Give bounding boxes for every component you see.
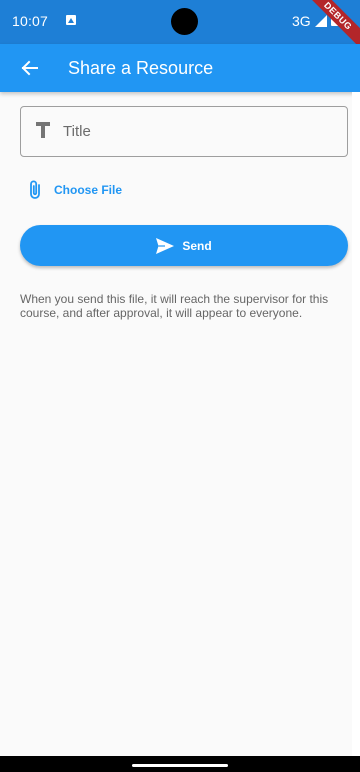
app-bar: Share a Resource (0, 44, 360, 92)
page-title: Share a Resource (68, 58, 214, 78)
network-type: 3G (292, 13, 311, 29)
choose-file-label: Choose File (54, 183, 123, 197)
send-label: Send (182, 238, 212, 253)
info-text: When you send this file, it will reach t… (20, 292, 329, 320)
screen-edge (352, 92, 360, 756)
navigation-bar (0, 756, 360, 772)
send-icon (156, 237, 175, 254)
back-button[interactable] (12, 50, 48, 86)
home-indicator[interactable] (132, 764, 228, 767)
status-time: 10:07 (12, 13, 49, 29)
text-t-icon (36, 122, 50, 138)
choose-file-button[interactable]: Choose File (28, 179, 122, 201)
title-input[interactable] (63, 107, 333, 156)
notification-icon (66, 15, 76, 25)
title-field[interactable] (20, 106, 348, 157)
paperclip-icon (30, 180, 40, 199)
arrow-back-icon (21, 60, 38, 76)
camera-cutout (171, 8, 198, 35)
screen: 10:07 3G DEBUG Share a Resource Choose F… (0, 0, 360, 772)
send-button[interactable]: Send (20, 225, 348, 266)
signal-icon (315, 15, 327, 27)
status-bar: 10:07 3G DEBUG (0, 0, 360, 53)
